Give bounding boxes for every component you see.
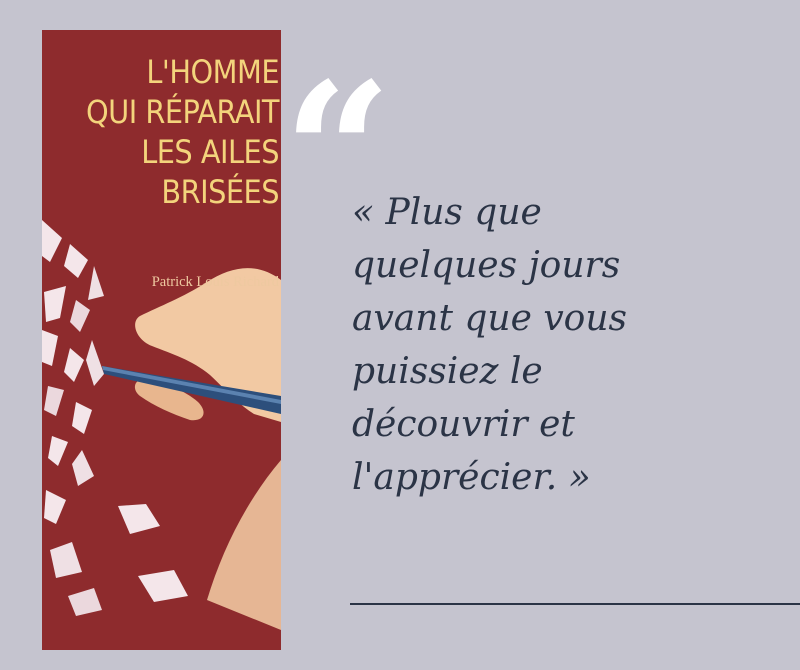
quote-mark-glyph: “ [283,66,392,166]
quote-line: quelques jours [352,245,621,286]
wing-fragment [72,450,94,486]
wing-fragment [44,490,66,524]
wing-fragment [42,220,62,262]
book-title-line: LES AILES [141,133,279,171]
wing-fragment [68,588,102,616]
wing-fragment [48,436,68,466]
book-title-line: QUI RÉPARAIT [86,93,280,131]
wing-fragment [118,504,160,534]
wing-fragment [86,340,104,386]
book-cover: L'HOMME QUI RÉPARAIT LES AILES BRISÉES P… [42,30,281,650]
wing-fragment [138,570,188,602]
divider-line [350,603,800,605]
quote-line: « Plus que [352,192,542,233]
quote-line: avant que vous [352,298,628,339]
wing-fragment [50,542,82,578]
book-title-line: BRISÉES [161,173,279,211]
wing-fragment [72,402,92,434]
quote-line: puissiez le [352,351,543,392]
wing-fragment [70,300,90,332]
wing-fragment [88,266,104,300]
book-title-line: L'HOMME [146,53,279,91]
wing-fragment [64,348,84,382]
wing-fragment [64,244,88,278]
wing-fragment [42,330,58,366]
quote-mark-icon: “ [283,66,392,166]
quote-text: « Plus que quelques jours avant que vous… [352,186,792,504]
wing-shape [207,460,281,630]
book-title: L'HOMME QUI RÉPARAIT LES AILES BRISÉES [44,52,280,212]
book-author: Patrick Louis Richard [151,274,279,290]
wing-fragment [44,286,66,322]
quote-line: l'apprécier. » [352,457,591,498]
wing-fragment [44,386,64,416]
quote-line: découvrir et [352,404,575,445]
